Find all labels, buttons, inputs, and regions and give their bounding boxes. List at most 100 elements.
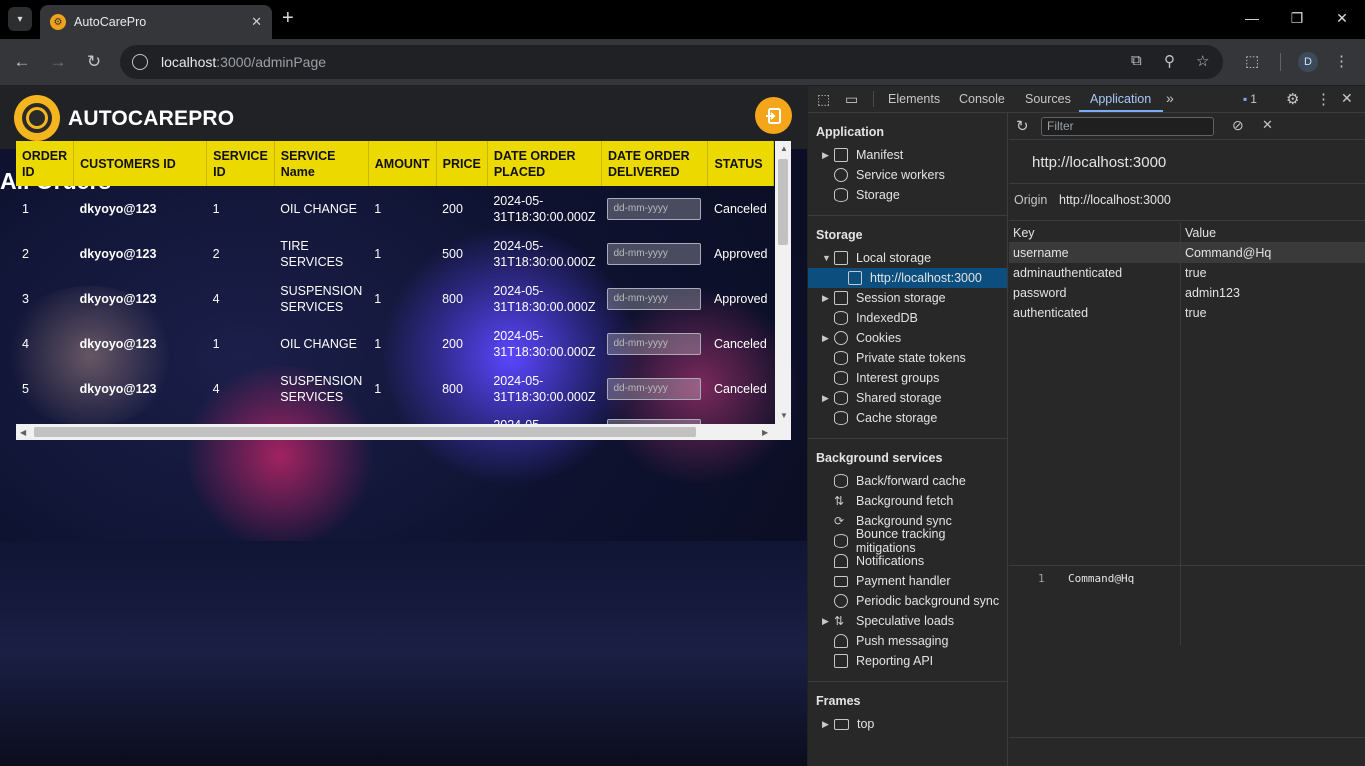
profile-avatar[interactable]: D <box>1298 52 1318 72</box>
tree-item-top-frame[interactable]: ▶ top <box>822 714 1006 734</box>
storage-value[interactable]: true <box>1181 303 1207 323</box>
tree-item-speculative-loads[interactable]: ▶ ⇅ Speculative loads <box>822 611 1006 631</box>
tree-item-periodic-background-sync[interactable]: Periodic background sync <box>822 591 1006 611</box>
tree-item-local-storage[interactable]: ▼ Local storage <box>822 248 1006 268</box>
storage-row[interactable]: adminauthenticated true <box>1009 263 1365 283</box>
tree-item-payment-handler[interactable]: Payment handler <box>822 571 1006 591</box>
storage-value[interactable]: Command@Hq <box>1181 243 1271 263</box>
orders-table-container[interactable]: ORDER ID CUSTOMERS ID SERVICE ID SERVICE… <box>16 141 791 440</box>
horizontal-scroll-thumb[interactable] <box>34 427 696 437</box>
menu-kebab-icon[interactable]: ⋮ <box>1334 52 1349 70</box>
tab-elements[interactable]: Elements <box>888 92 940 106</box>
key-value-grid[interactable]: Key Value username Command@Hq adminauthent… <box>1009 222 1365 645</box>
install-app-icon[interactable]: ⧉ <box>1131 52 1142 69</box>
tree-item-session-storage[interactable]: ▶ Session storage <box>822 288 1006 308</box>
back-button[interactable]: ← <box>10 50 34 74</box>
restore-button[interactable]: ❐ <box>1287 10 1307 27</box>
table-cell-price: 500 <box>442 246 463 261</box>
table-cell-delivered: dd-mm-yyyy <box>601 186 708 231</box>
sidebar-separator <box>808 438 1007 439</box>
scroll-up-arrow-icon[interactable]: ▲ <box>780 144 788 153</box>
address-bar[interactable]: localhost:3000/adminPage <box>120 45 1223 79</box>
tree-item-storage[interactable]: Storage <box>822 185 1002 205</box>
storage-row[interactable]: username Command@Hq <box>1009 243 1365 263</box>
close-tab-icon[interactable]: ✕ <box>251 14 262 30</box>
expand-arrow-icon[interactable]: ▶ <box>822 616 832 627</box>
document-icon <box>834 148 848 162</box>
zoom-icon[interactable]: ⚲ <box>1164 52 1175 70</box>
scroll-left-arrow-icon[interactable]: ◀ <box>20 428 26 437</box>
toolbar-divider <box>1280 53 1281 71</box>
close-window-button[interactable]: ✕ <box>1332 10 1352 27</box>
reload-button[interactable]: ↻ <box>82 50 106 74</box>
storage-key[interactable]: username <box>1009 243 1181 263</box>
table-cell-amount: 1 <box>374 201 382 216</box>
filter-input[interactable]: Filter <box>1041 117 1214 136</box>
storage-value[interactable]: true <box>1181 263 1207 283</box>
column-header: SERVICE ID <box>206 141 275 186</box>
browser-tab[interactable]: ⚙ AutoCarePro ✕ <box>40 5 272 39</box>
tab-application[interactable]: Application <box>1090 92 1151 106</box>
tree-item-private-state-tokens[interactable]: Private state tokens <box>822 348 1006 368</box>
tree-item-push-messaging[interactable]: Push messaging <box>822 631 1006 651</box>
scroll-down-arrow-icon[interactable]: ▼ <box>780 411 788 420</box>
tree-item-cookies[interactable]: ▶ Cookies <box>822 328 1006 348</box>
tab-sources[interactable]: Sources <box>1025 92 1071 106</box>
tree-item-cache-storage[interactable]: Cache storage <box>822 408 1006 428</box>
inspect-element-icon[interactable]: ⬚ <box>817 91 830 108</box>
logout-button[interactable] <box>755 97 792 134</box>
expand-arrow-icon[interactable]: ▶ <box>822 719 832 730</box>
tab-console[interactable]: Console <box>959 92 1005 106</box>
devtools-menu-kebab-icon[interactable]: ⋮ <box>1316 90 1331 108</box>
table-cell-amount: 1 <box>374 381 382 396</box>
issues-counter[interactable]: ▪ 1 <box>1243 92 1257 106</box>
tree-item-localhost-origin[interactable]: http://localhost:3000 <box>822 268 1006 288</box>
close-devtools-icon[interactable]: ✕ <box>1341 90 1353 107</box>
tree-item-reporting-api[interactable]: Reporting API <box>822 651 1006 671</box>
tree-item-bounce-tracking[interactable]: Bounce tracking mitigations <box>822 527 1006 555</box>
storage-value[interactable]: admin123 <box>1181 283 1240 303</box>
tree-item-label: Private state tokens <box>856 351 966 365</box>
delivery-date-input[interactable]: dd-mm-yyyy <box>607 332 702 355</box>
database-icon <box>834 188 848 202</box>
storage-row[interactable]: authenticated true <box>1009 303 1365 323</box>
tree-item-service-workers[interactable]: Service workers <box>822 165 1002 185</box>
refresh-icon[interactable]: ↻ <box>1016 117 1029 135</box>
delivery-date-input[interactable]: dd-mm-yyyy <box>607 377 702 400</box>
delete-selected-icon[interactable]: ✕ <box>1262 117 1273 133</box>
vertical-scroll-thumb[interactable] <box>778 159 788 245</box>
expand-arrow-icon[interactable]: ▶ <box>822 333 832 344</box>
storage-key[interactable]: adminauthenticated <box>1009 263 1181 283</box>
storage-row[interactable]: password admin123 <box>1009 283 1365 303</box>
tab-search-button[interactable]: ▾ <box>8 7 32 31</box>
extensions-icon[interactable]: ⬚ <box>1245 52 1259 70</box>
tree-item-manifest[interactable]: ▶ Manifest <box>822 145 1002 165</box>
tree-item-background-fetch[interactable]: ⇅ Background fetch <box>822 491 1006 511</box>
device-toolbar-icon[interactable]: ▭ <box>845 91 858 108</box>
storage-key[interactable]: authenticated <box>1009 303 1181 323</box>
delivery-date-input[interactable]: dd-mm-yyyy <box>607 242 702 265</box>
tree-item-interest-groups[interactable]: Interest groups <box>822 368 1006 388</box>
expand-arrow-icon[interactable]: ▶ <box>822 293 832 304</box>
expand-arrow-icon[interactable]: ▶ <box>822 393 832 404</box>
settings-gear-icon[interactable]: ⚙ <box>1286 90 1299 108</box>
expanded-arrow-icon[interactable]: ▼ <box>822 253 832 263</box>
site-info-icon[interactable] <box>132 54 148 70</box>
delivery-date-input[interactable]: dd-mm-yyyy <box>607 197 702 220</box>
tree-item-indexeddb[interactable]: IndexedDB <box>822 308 1006 328</box>
clear-all-icon[interactable]: ⊘ <box>1232 117 1244 134</box>
background-floor <box>0 541 807 766</box>
bookmark-star-icon[interactable]: ☆ <box>1196 52 1209 70</box>
forward-button[interactable]: → <box>46 50 70 74</box>
tree-item-back-forward-cache[interactable]: Back/forward cache <box>822 471 1006 491</box>
new-tab-button[interactable]: + <box>282 8 294 28</box>
value-column-header[interactable]: Value <box>1181 223 1216 243</box>
tree-item-shared-storage[interactable]: ▶ Shared storage <box>822 388 1006 408</box>
key-column-header[interactable]: Key <box>1009 222 1181 243</box>
storage-key[interactable]: password <box>1009 283 1181 303</box>
delivery-date-input[interactable]: dd-mm-yyyy <box>607 287 702 310</box>
scroll-right-arrow-icon[interactable]: ▶ <box>762 428 768 437</box>
expand-arrow-icon[interactable]: ▶ <box>822 150 832 161</box>
more-tabs-icon[interactable]: » <box>1166 90 1174 106</box>
minimize-button[interactable]: — <box>1242 10 1262 26</box>
